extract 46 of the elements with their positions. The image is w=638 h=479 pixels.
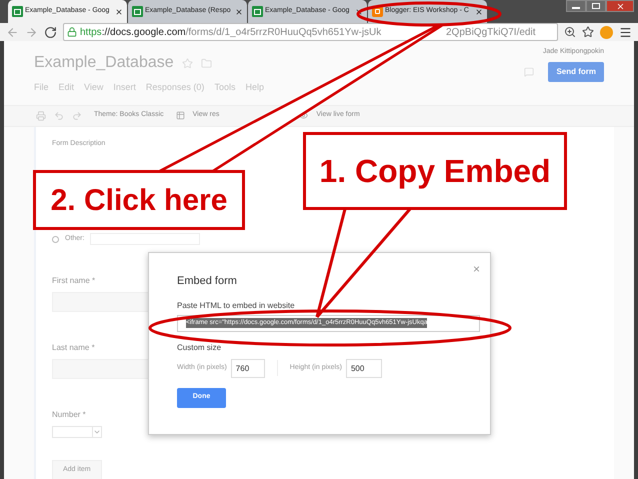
maximize-icon[interactable] <box>586 0 606 12</box>
document-title: Example_Database <box>34 53 174 73</box>
back-icon[interactable] <box>6 26 19 38</box>
undo-icon[interactable] <box>54 110 64 120</box>
width-field[interactable]: 760 <box>230 358 265 378</box>
paste-label: Paste HTML to embed in website <box>177 300 296 312</box>
zoom-icon[interactable] <box>564 26 576 38</box>
minimize-icon[interactable] <box>566 0 586 12</box>
comment-icon[interactable] <box>524 66 534 76</box>
close-button[interactable]: × <box>472 263 480 275</box>
caret-icon[interactable] <box>92 427 101 437</box>
custom-size-label: Custom size <box>177 342 222 354</box>
send-form-button[interactable]: Send form <box>548 62 604 82</box>
field-label: Number * <box>52 409 86 421</box>
menu-item[interactable]: Insert <box>113 81 136 94</box>
dropdown[interactable] <box>52 426 102 438</box>
close-icon[interactable] <box>115 8 123 16</box>
star-icon[interactable] <box>582 26 594 38</box>
folder-icon[interactable] <box>200 58 212 68</box>
radio-button[interactable] <box>52 236 59 242</box>
lock-icon <box>67 27 77 37</box>
callout: 1. Copy Embed <box>303 132 567 210</box>
close-icon[interactable] <box>475 8 483 16</box>
menu-item[interactable]: File <box>34 81 49 94</box>
menu-item[interactable]: View <box>84 81 104 94</box>
sheets-icon <box>12 6 23 17</box>
height-field[interactable]: 500 <box>346 358 382 378</box>
sheets-icon <box>252 6 263 17</box>
field-label: First name * <box>52 275 96 287</box>
menu-item[interactable]: Responses (0) <box>146 81 204 94</box>
menu-icon[interactable] <box>619 26 632 38</box>
forward-icon[interactable] <box>25 26 38 38</box>
redo-icon[interactable] <box>72 110 82 120</box>
dialog-title: Embed form <box>177 274 238 289</box>
callout: 2. Click here <box>33 170 245 230</box>
menu-item[interactable]: Help <box>245 81 264 94</box>
address-field[interactable]: https://docs.google.com/forms/d/1_o4r5rrzR0HuuQq5vh651Yw-jsUk 2QpBiQgTkiQ7I/edit <box>63 23 558 41</box>
sheets-icon <box>132 6 143 17</box>
field-label: Last name * <box>52 342 95 354</box>
menu-item[interactable]: Tools <box>214 81 236 94</box>
close-icon[interactable] <box>235 8 243 16</box>
menu-item[interactable]: Edit <box>58 81 74 94</box>
extension-icon[interactable] <box>600 26 613 38</box>
printer-icon[interactable] <box>36 110 46 120</box>
table-icon[interactable] <box>176 111 185 120</box>
reload-icon[interactable] <box>44 26 57 38</box>
